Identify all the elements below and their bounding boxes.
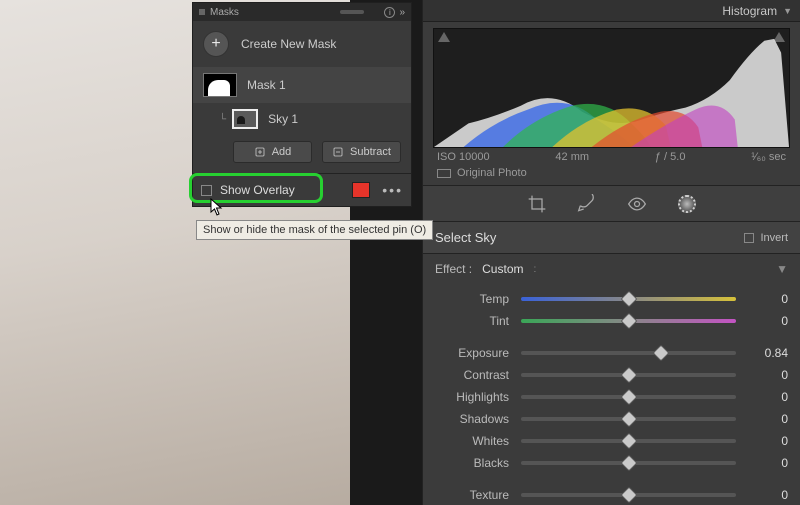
mask-component-sky1[interactable]: └ Sky 1 — [193, 103, 411, 135]
temp-label: Temp — [423, 292, 513, 306]
shadows-slider[interactable] — [521, 417, 736, 421]
highlights-value: 0 — [744, 390, 788, 404]
highlights-label: Highlights — [423, 390, 513, 404]
create-mask-label: Create New Mask — [241, 37, 336, 51]
blacks-value: 0 — [744, 456, 788, 470]
exposure-value: 0.84 — [744, 346, 788, 360]
create-mask-button[interactable]: + Create New Mask — [193, 21, 411, 67]
highlights-slider[interactable] — [521, 395, 736, 399]
masking-tool-icon[interactable] — [676, 193, 698, 215]
tool-strip — [423, 186, 800, 222]
add-to-mask-button[interactable]: Add — [233, 141, 312, 163]
blacks-label: Blacks — [423, 456, 513, 470]
exif-iso: ISO 10000 — [437, 151, 490, 163]
effect-label: Effect : — [435, 262, 472, 276]
mask-section-title: Select Sky — [435, 230, 496, 245]
contrast-slider[interactable] — [521, 373, 736, 377]
show-overlay-label[interactable]: Show Overlay — [220, 183, 295, 197]
sliders-group: Temp 0 Tint 0 Exposure 0.84 Contrast 0 H… — [423, 286, 800, 505]
sky1-thumb-icon — [232, 109, 258, 129]
histogram-display[interactable] — [433, 28, 790, 148]
exposure-label: Exposure — [423, 346, 513, 360]
drag-handle-icon[interactable] — [340, 10, 364, 14]
masks-panel[interactable]: Masks i » + Create New Mask Mask 1 └ Sky… — [192, 2, 412, 207]
overlay-options-icon[interactable]: ••• — [382, 182, 403, 198]
exif-shutter: ¹⁄₆₀ sec — [751, 151, 786, 163]
right-panel: Histogram ▼ ISO 10000 42 mm ƒ / 5.0 ¹⁄₆₀… — [422, 0, 800, 505]
invert-label: Invert — [760, 232, 788, 244]
shadows-value: 0 — [744, 412, 788, 426]
crop-tool-icon[interactable] — [526, 193, 548, 215]
add-label: Add — [272, 146, 292, 158]
plus-icon: + — [203, 31, 229, 57]
masks-panel-titlebar[interactable]: Masks i » — [193, 3, 411, 21]
exif-aperture: ƒ / 5.0 — [655, 151, 686, 163]
exposure-slider[interactable] — [521, 351, 736, 355]
invert-checkbox-icon — [744, 233, 754, 243]
mask-item-mask1[interactable]: Mask 1 — [193, 67, 411, 103]
tint-label: Tint — [423, 314, 513, 328]
sky1-label: Sky 1 — [268, 112, 298, 126]
histogram-title: Histogram — [722, 4, 777, 18]
subtract-from-mask-button[interactable]: Subtract — [322, 141, 401, 163]
exif-row: ISO 10000 42 mm ƒ / 5.0 ¹⁄₆₀ sec — [423, 148, 800, 163]
exif-focal: 42 mm — [555, 151, 589, 163]
invert-toggle[interactable]: Invert — [744, 232, 788, 244]
masks-title-label: Masks — [210, 7, 239, 18]
whites-slider[interactable] — [521, 439, 736, 443]
info-icon[interactable]: i — [384, 7, 395, 18]
blacks-slider[interactable] — [521, 461, 736, 465]
original-photo-icon — [437, 169, 451, 178]
tree-branch-icon: └ — [219, 114, 226, 125]
collapse-panel-icon[interactable]: » — [399, 7, 405, 18]
texture-label: Texture — [423, 488, 513, 502]
histogram-header[interactable]: Histogram ▼ — [423, 0, 800, 22]
cursor-icon — [210, 198, 224, 216]
original-photo-label: Original Photo — [457, 167, 527, 179]
shadows-label: Shadows — [423, 412, 513, 426]
grip-icon — [199, 9, 205, 15]
original-photo-toggle[interactable]: Original Photo — [423, 163, 800, 186]
tooltip-text: Show or hide the mask of the selected pi… — [203, 224, 426, 236]
show-overlay-checkbox[interactable] — [201, 185, 212, 196]
redeye-tool-icon[interactable] — [626, 193, 648, 215]
subtract-label: Subtract — [350, 146, 391, 158]
texture-slider[interactable] — [521, 493, 736, 497]
temp-value: 0 — [744, 292, 788, 306]
mask1-thumb-icon — [203, 73, 237, 97]
temp-slider[interactable] — [521, 297, 736, 301]
contrast-value: 0 — [744, 368, 788, 382]
tooltip: Show or hide the mask of the selected pi… — [196, 220, 433, 240]
whites-label: Whites — [423, 434, 513, 448]
panel-collapse-icon[interactable]: ▼ — [776, 262, 788, 276]
effect-preset-dropdown[interactable]: Custom — [482, 262, 523, 276]
overlay-color-swatch[interactable] — [352, 182, 370, 198]
tint-value: 0 — [744, 314, 788, 328]
texture-value: 0 — [744, 488, 788, 502]
collapse-icon: ▼ — [783, 6, 792, 16]
mask-section-header: Select Sky Invert — [423, 222, 800, 254]
tint-slider[interactable] — [521, 319, 736, 323]
mask1-label: Mask 1 — [247, 78, 286, 92]
heal-tool-icon[interactable] — [576, 193, 598, 215]
contrast-label: Contrast — [423, 368, 513, 382]
whites-value: 0 — [744, 434, 788, 448]
